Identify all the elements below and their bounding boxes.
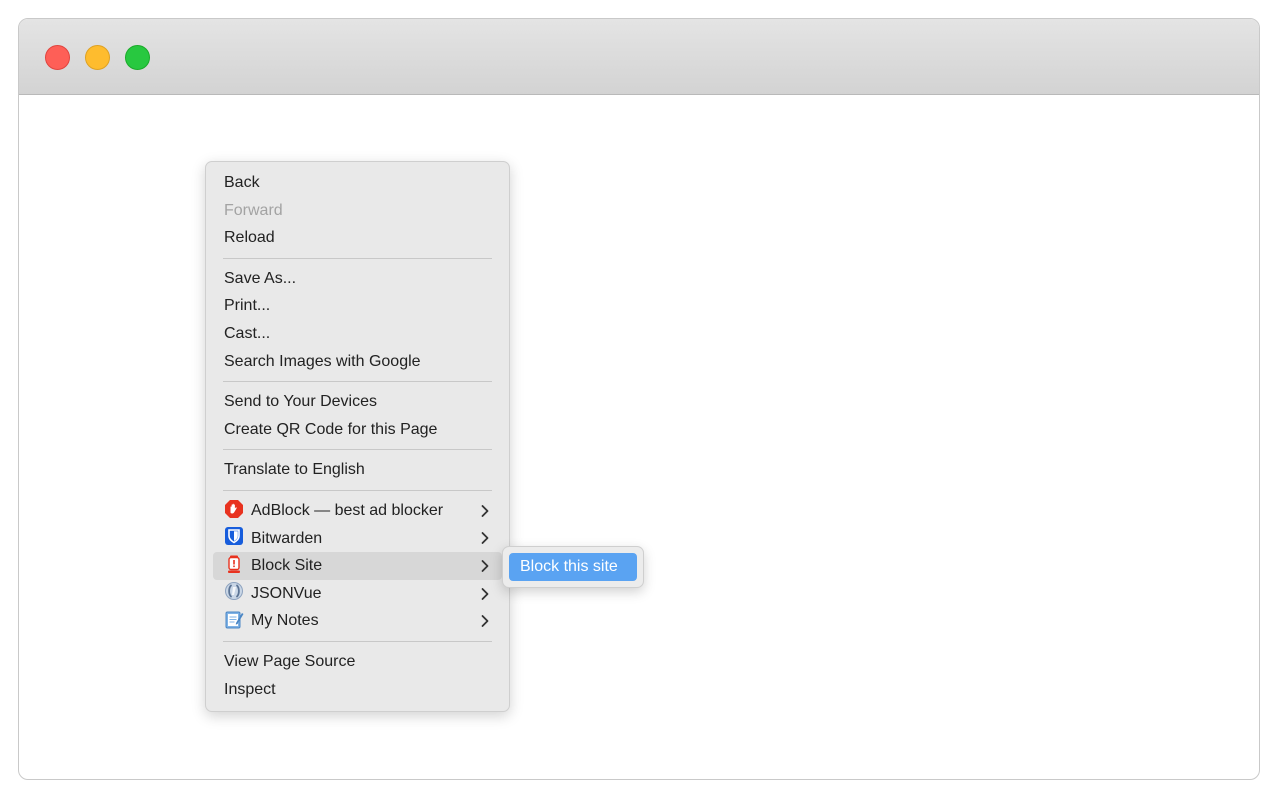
adblock-icon xyxy=(224,499,244,519)
menu-item-bitwarden[interactable]: Bitwarden xyxy=(213,525,502,553)
my-notes-icon xyxy=(224,609,244,629)
menu-separator xyxy=(223,640,492,642)
chevron-right-icon xyxy=(480,580,490,608)
menu-item-label: Send to Your Devices xyxy=(224,393,377,411)
menu-item-print[interactable]: Print... xyxy=(213,292,502,320)
menu-item-label: Forward xyxy=(224,201,283,219)
menu-item-reload[interactable]: Reload xyxy=(213,224,502,252)
menu-item-label: Back xyxy=(224,174,260,191)
menu-item-label: Cast... xyxy=(224,324,271,342)
menu-separator xyxy=(223,449,492,451)
block-site-submenu: Block this site xyxy=(502,546,644,588)
menu-item-create-qr-code[interactable]: Create QR Code for this Page xyxy=(213,416,502,444)
submenu-item-label: Block this site xyxy=(520,558,618,575)
jsonvue-icon xyxy=(224,581,244,601)
menu-item-inspect[interactable]: Inspect xyxy=(213,676,502,704)
menu-item-label: JSONVue xyxy=(251,584,322,602)
menu-item-view-page-source[interactable]: View Page Source xyxy=(213,648,502,676)
menu-item-label: Bitwarden xyxy=(251,529,323,547)
menu-item-my-notes[interactable]: My Notes xyxy=(213,607,502,635)
menu-item-forward: Forward xyxy=(213,197,502,225)
menu-item-label: Create QR Code for this Page xyxy=(224,420,438,438)
menu-item-save-as[interactable]: Save As... xyxy=(213,265,502,293)
menu-separator xyxy=(223,381,492,383)
menu-item-label: Search Images with Google xyxy=(224,352,421,370)
chevron-right-icon xyxy=(480,525,490,553)
chevron-right-icon xyxy=(480,552,490,580)
chevron-right-icon xyxy=(480,497,490,525)
menu-item-search-images[interactable]: Search Images with Google xyxy=(213,348,502,376)
menu-item-translate[interactable]: Translate to English xyxy=(213,456,502,484)
menu-item-jsonvue[interactable]: JSONVue xyxy=(213,580,502,608)
menu-item-back[interactable]: Back xyxy=(213,169,502,197)
minimize-button[interactable] xyxy=(85,45,110,70)
zoom-button[interactable] xyxy=(125,45,150,70)
submenu-item-block-this-site[interactable]: Block this site xyxy=(509,553,637,581)
menu-item-label: AdBlock — best ad blocker xyxy=(251,501,444,519)
menu-separator xyxy=(223,257,492,259)
chevron-right-icon xyxy=(480,607,490,635)
menu-item-label: My Notes xyxy=(251,612,319,630)
menu-item-block-site[interactable]: Block Site xyxy=(213,552,502,580)
menu-item-label: Translate to English xyxy=(224,461,365,479)
menu-item-label: Reload xyxy=(224,229,275,247)
context-menu: Back Forward Reload Save As... Print... … xyxy=(205,161,510,712)
block-site-icon xyxy=(224,554,244,574)
menu-item-cast[interactable]: Cast... xyxy=(213,320,502,348)
menu-item-label: Save As... xyxy=(224,269,297,287)
menu-item-adblock[interactable]: AdBlock — best ad blocker xyxy=(213,497,502,525)
bitwarden-icon xyxy=(224,526,244,546)
title-bar xyxy=(19,19,1259,95)
menu-item-label: Block Site xyxy=(251,557,323,575)
menu-item-label: Inspect xyxy=(224,680,276,698)
menu-item-send-to-devices[interactable]: Send to Your Devices xyxy=(213,388,502,416)
menu-separator xyxy=(223,489,492,491)
menu-item-label: View Page Source xyxy=(224,652,356,670)
menu-item-label: Print... xyxy=(224,297,271,315)
close-button[interactable] xyxy=(45,45,70,70)
